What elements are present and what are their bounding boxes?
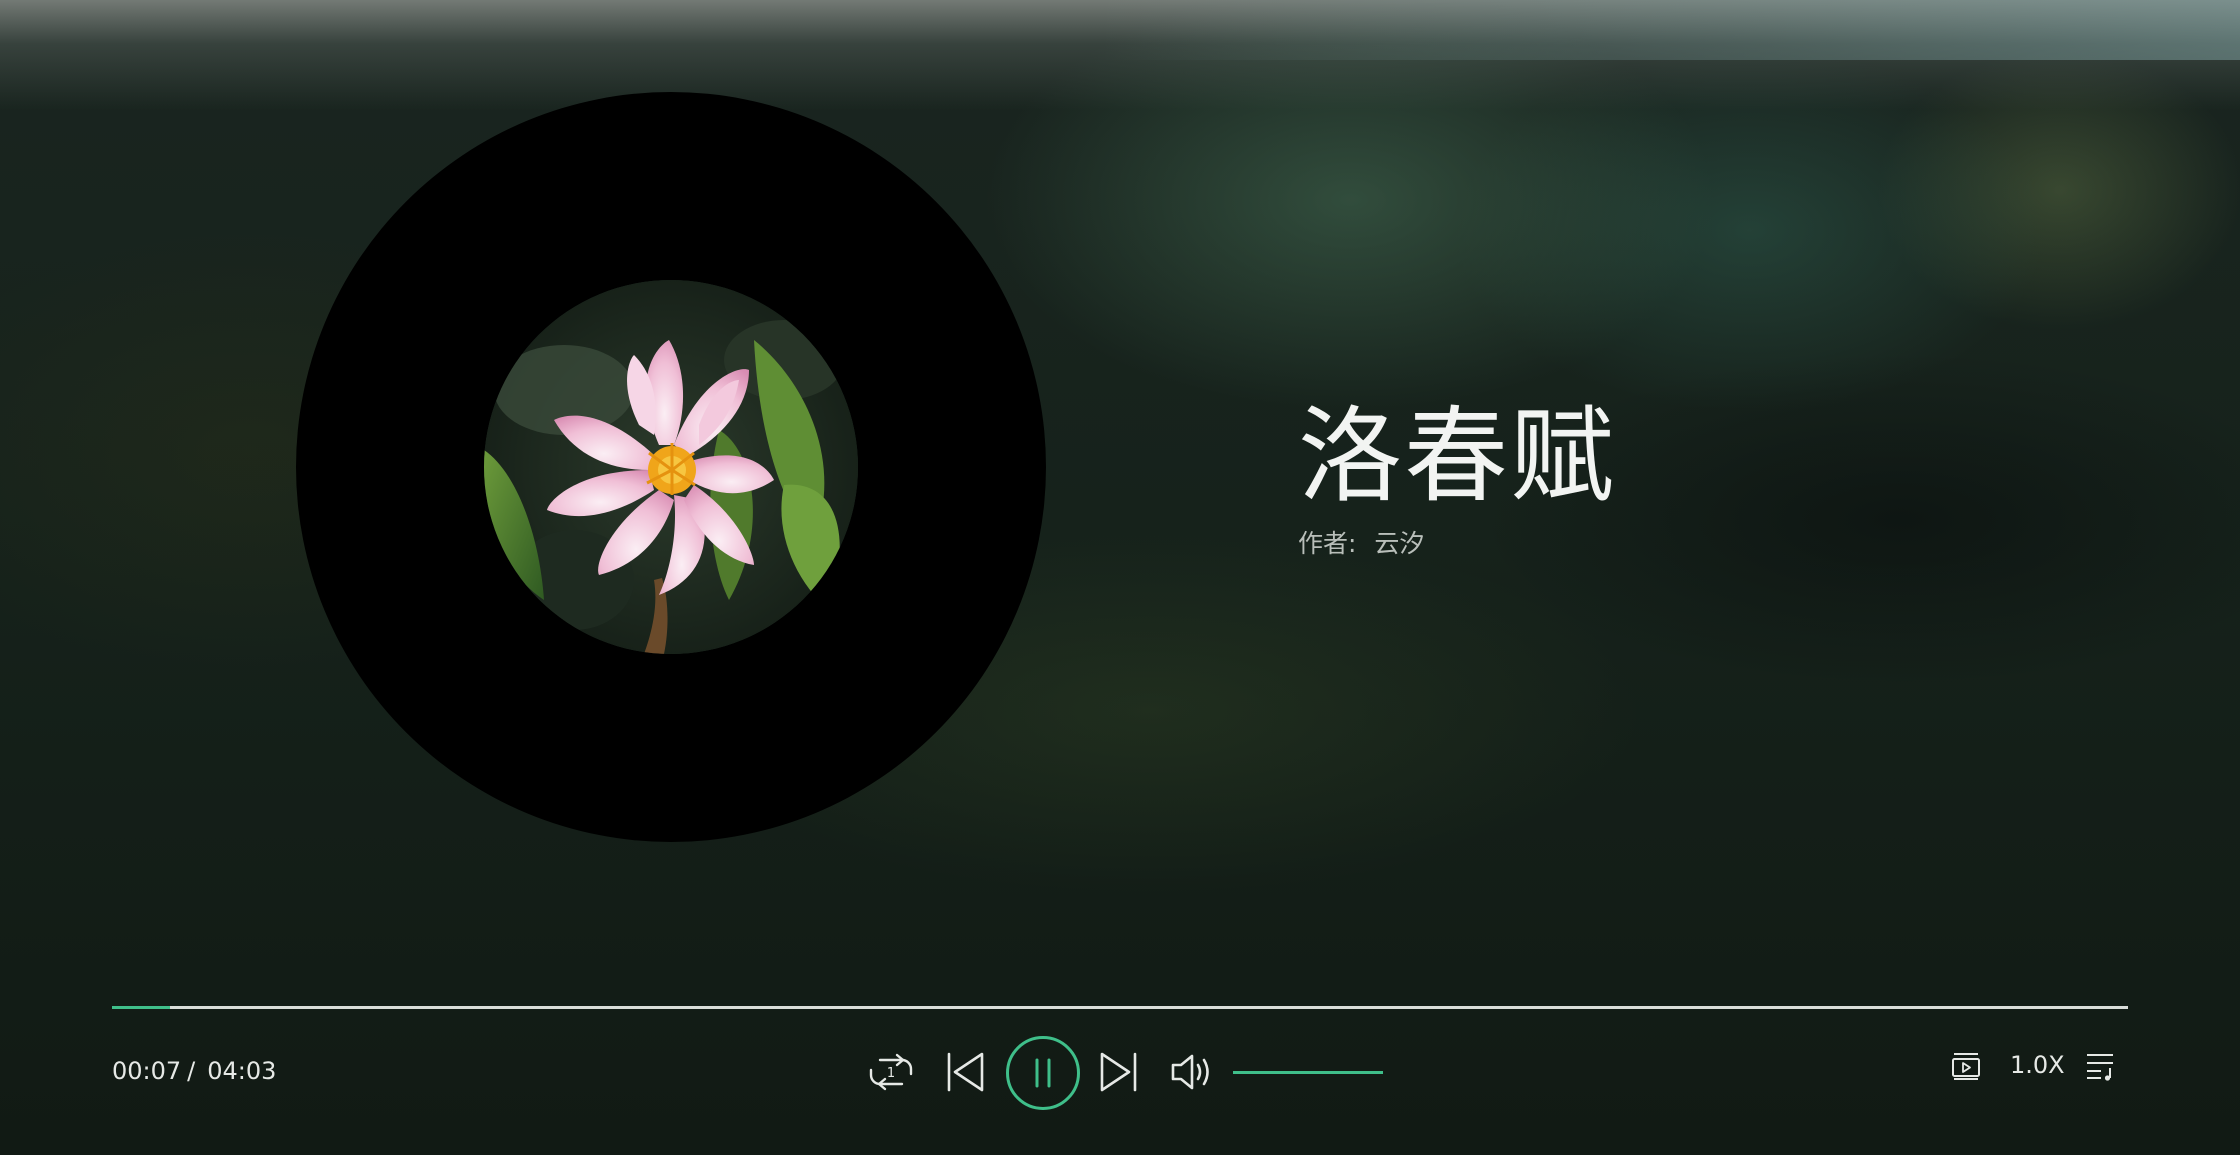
video-mode-button[interactable] xyxy=(1950,1050,1982,1082)
skip-previous-icon xyxy=(947,1052,984,1092)
previous-button[interactable] xyxy=(944,1050,988,1094)
pause-icon xyxy=(1006,1036,1080,1110)
music-player: 洛春赋 作者: 云汐 00:07/ 04:03 1 1.0X xyxy=(0,0,2240,1155)
author-line: 作者: 云汐 xyxy=(1298,524,1616,560)
song-info: 洛春赋 作者: 云汐 xyxy=(1298,392,1616,560)
repeat-one-icon: 1 xyxy=(869,1053,913,1091)
video-icon xyxy=(1952,1053,1980,1080)
time-separator: / xyxy=(187,1057,196,1085)
author-label: 作者: xyxy=(1298,529,1357,558)
volume-slider[interactable] xyxy=(1233,1071,1383,1074)
progress-fill xyxy=(112,1006,171,1009)
song-title: 洛春赋 xyxy=(1298,395,1617,517)
author-name: 云汐 xyxy=(1374,529,1425,558)
skip-next-icon xyxy=(1100,1052,1137,1092)
svg-text:1: 1 xyxy=(887,1066,895,1081)
playlist-button[interactable] xyxy=(2084,1050,2116,1082)
play-pause-button[interactable] xyxy=(1005,1035,1081,1111)
album-cover-image xyxy=(484,280,858,654)
playlist-icon xyxy=(2087,1054,2113,1081)
playback-speed[interactable]: 1.0X xyxy=(2010,1050,2065,1080)
total-time: 04:03 xyxy=(207,1057,277,1085)
next-button[interactable] xyxy=(1096,1050,1140,1094)
volume-icon xyxy=(1171,1054,1209,1090)
background-haze xyxy=(0,0,2240,110)
current-time: 00:07 xyxy=(112,1057,182,1085)
time-display: 00:07/ 04:03 xyxy=(112,1056,276,1086)
volume-fill xyxy=(1233,1071,1383,1074)
album-disc xyxy=(296,92,1046,842)
repeat-one-button[interactable]: 1 xyxy=(866,1050,916,1094)
volume-button[interactable] xyxy=(1170,1051,1214,1093)
progress-bar[interactable] xyxy=(112,1006,2128,1009)
